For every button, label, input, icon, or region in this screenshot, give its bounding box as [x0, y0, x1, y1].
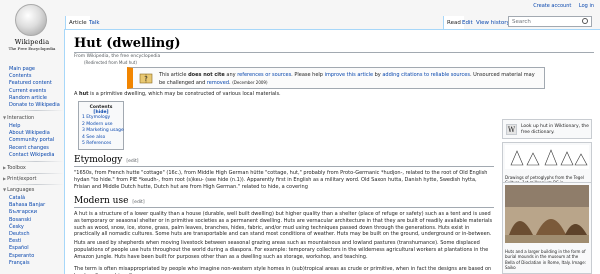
triangle-down-icon: ▼: [3, 115, 7, 120]
lang-link[interactable]: Deutsch: [9, 231, 64, 238]
toc-item[interactable]: 5 References: [82, 141, 120, 148]
section-heading-etymology: Etymology [edit]: [74, 155, 139, 165]
nav-featured-content[interactable]: Featured content: [9, 80, 64, 87]
nav-contact[interactable]: Contact Wikipedia: [9, 152, 64, 159]
main-navigation: Main page Contents Featured content Curr…: [9, 66, 64, 109]
site-subtitle: From Wikipedia, the free encyclopedia: [74, 54, 161, 59]
lang-link[interactable]: Français: [9, 260, 64, 267]
triangle-down-icon: ▼: [3, 187, 7, 192]
lead-paragraph: A hut is a primitive dwelling, which may…: [74, 91, 281, 97]
nav-main-page[interactable]: Main page: [9, 66, 64, 73]
nav-about[interactable]: About Wikipedia: [9, 130, 64, 137]
notice-date: (December 2009): [232, 80, 268, 85]
nav-donate[interactable]: Donate to Wikipedia: [9, 102, 64, 109]
maintenance-notice: ? This article does not cite any referen…: [127, 67, 545, 89]
create-account-link[interactable]: Create account: [533, 3, 571, 9]
personal-tools: Create account Log in: [533, 3, 594, 9]
edit-section-link[interactable]: [edit]: [132, 200, 144, 205]
adding-citations-link[interactable]: adding citations to reliable sources: [382, 72, 470, 78]
improve-article-link[interactable]: improve this article: [325, 72, 373, 78]
toc-item[interactable]: 3 Marketing usage: [82, 128, 124, 135]
logo-subtitle: The Free Encyclopedia: [8, 46, 56, 51]
modern-use-paragraph-2: Huts are used by shepherds when moving l…: [74, 240, 489, 260]
nav-current-events[interactable]: Current events: [9, 88, 64, 95]
lang-link[interactable]: Български: [9, 209, 64, 216]
logo-title: Wikipedia: [14, 38, 50, 46]
references-link[interactable]: references or sources: [237, 72, 291, 78]
petroglyph-drawing-image[interactable]: [505, 145, 589, 169]
lang-link[interactable]: Català: [9, 195, 64, 202]
triangle-right-icon: ▶: [3, 165, 7, 170]
sidebar-divider: [8, 184, 64, 185]
lang-link[interactable]: Esperanto: [9, 253, 64, 260]
huts-photo-image[interactable]: [505, 185, 589, 243]
notice-text: This article does not cite any reference…: [159, 72, 535, 86]
toc-heading: Contents [hide]: [89, 105, 113, 115]
wiktionary-icon: W: [506, 124, 517, 135]
lang-link[interactable]: Bahasa Banjar: [9, 202, 64, 209]
section-divider: [74, 166, 494, 167]
lang-link[interactable]: Español: [9, 245, 64, 252]
thumbnail-caption: Huts and a larger building in the form o…: [505, 249, 587, 271]
globe-icon: [15, 4, 47, 36]
lang-link[interactable]: Česky: [9, 224, 64, 231]
thumbnail-huts: Huts and a larger building in the form o…: [502, 182, 592, 274]
sidebar-divider: [8, 110, 64, 111]
wikipedia-logo[interactable]: Wikipedia The Free Encyclopedia: [6, 4, 56, 54]
etymology-paragraph: "1650s, from French hutte "cottage" (16c…: [74, 170, 488, 190]
nav-help[interactable]: Help: [9, 123, 64, 130]
toolbox-heading[interactable]: ▶Toolbox: [3, 165, 26, 171]
languages-menu: Català Bahasa Banjar Български Bosanski …: [9, 195, 64, 267]
sidebar-divider: [8, 161, 64, 162]
redirect-link[interactable]: (Redirected from Mud hut): [84, 60, 137, 65]
modern-use-paragraph-1: A hut is a structure of a lower quality …: [74, 211, 493, 238]
nav-community-portal[interactable]: Community portal: [9, 137, 64, 144]
search-icon[interactable]: [582, 18, 588, 24]
toc-item[interactable]: 1 Etymology: [82, 115, 120, 122]
sidebar-divider: [8, 173, 64, 174]
redirect-notice: (Redirected from Mud hut): [84, 60, 137, 65]
nav-random-article[interactable]: Random article: [9, 95, 64, 102]
lang-link[interactable]: Bosanski: [9, 217, 64, 224]
svg-text:?: ?: [144, 75, 148, 83]
modern-use-paragraph-3: The term is often misappropriated by peo…: [74, 266, 492, 274]
print-export-heading[interactable]: ▶Print/export: [3, 176, 36, 182]
languages-heading[interactable]: ▼Languages: [3, 187, 34, 193]
removed-link[interactable]: removed: [207, 80, 229, 86]
search-input[interactable]: Search: [508, 16, 592, 27]
nav-recent-changes[interactable]: Recent changes: [9, 145, 64, 152]
log-in-link[interactable]: Log in: [579, 3, 594, 9]
page-title: Hut (dwelling): [74, 36, 181, 51]
wiktionary-box: W Look up hut in Wiktionary, the free dic…: [502, 119, 592, 139]
section-divider: [74, 207, 494, 208]
book-question-icon: ?: [139, 73, 153, 84]
section-heading-modern-use: Modern use [edit]: [74, 196, 145, 206]
nav-contents[interactable]: Contents: [9, 73, 64, 80]
interaction-heading[interactable]: ▼Interaction: [3, 115, 34, 121]
tab-view-history[interactable]: View history: [473, 16, 513, 29]
table-of-contents: Contents [hide] 1 Etymology 2 Modern use…: [78, 101, 124, 150]
edit-section-link[interactable]: [edit]: [126, 159, 138, 164]
search-placeholder: Search: [512, 19, 531, 25]
interaction-menu: Help About Wikipedia Community portal Re…: [9, 123, 64, 159]
triangle-right-icon: ▶: [3, 176, 7, 181]
wiktionary-text[interactable]: Look up hut in Wiktionary, the free dicti…: [521, 124, 589, 136]
lang-link[interactable]: Eesti: [9, 238, 64, 245]
tab-talk[interactable]: Talk: [86, 16, 103, 29]
title-divider: [74, 52, 594, 53]
